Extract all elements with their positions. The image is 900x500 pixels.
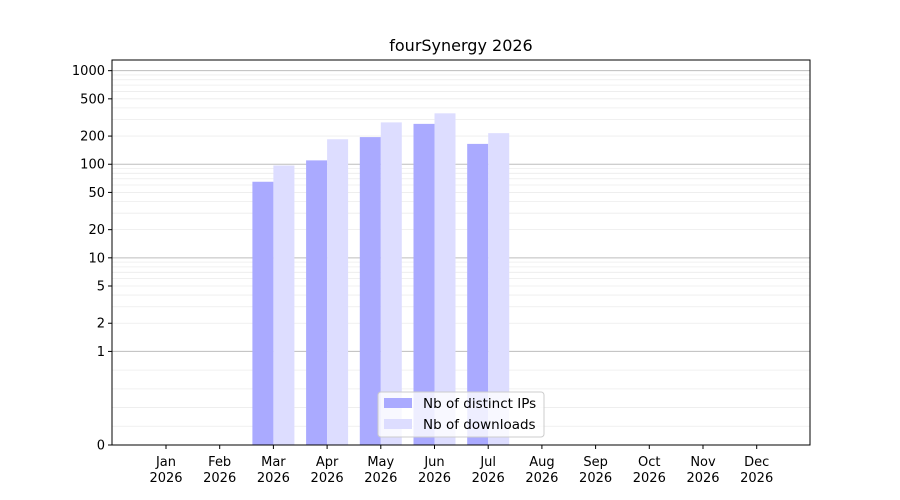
bar-downloads: [327, 139, 349, 445]
y-tick-label: 100: [80, 158, 105, 173]
legend: Nb of distinct IPs Nb of downloads: [377, 391, 545, 438]
x-tick-label-month: Apr: [316, 455, 339, 470]
x-tick-label-month: Nov: [690, 455, 716, 470]
x-tick-label-month: Mar: [261, 455, 286, 470]
plot-frame: [111, 59, 811, 446]
legend-label-downloads: Nb of downloads: [423, 417, 536, 433]
bar-distinct-ips: [252, 181, 274, 446]
x-tick-label-year: 2026: [149, 471, 182, 486]
x-tick-label-year: 2026: [364, 471, 397, 486]
y-tick-label: 500: [80, 92, 105, 107]
x-tick-label-month: Jun: [423, 455, 444, 470]
legend-label-distinct-ips: Nb of distinct IPs: [423, 396, 536, 412]
grid-lines: [112, 70, 810, 427]
x-tick-label-month: Sep: [583, 455, 608, 470]
y-axis: 0 1 2 5 10 20 50 100 200 500 1000: [72, 64, 112, 454]
x-tick-label-year: 2026: [740, 471, 773, 486]
y-tick-label: 1: [97, 345, 105, 360]
y-tick-label: 5: [97, 280, 105, 295]
x-tick-label-year: 2026: [633, 471, 666, 486]
legend-swatch-downloads: [384, 419, 412, 429]
bar-downloads: [273, 165, 295, 446]
y-tick-label: 20: [88, 223, 105, 238]
y-tick-label: 200: [80, 130, 105, 145]
legend-swatch-distinct-ips: [384, 398, 412, 408]
y-tick-label: 2: [97, 317, 105, 332]
x-tick-label-year: 2026: [472, 471, 505, 486]
x-tick-label-month: May: [367, 455, 394, 470]
y-tick-label: 1000: [72, 64, 105, 79]
y-tick-label: 0: [97, 439, 105, 454]
x-tick-label-month: Aug: [529, 455, 554, 470]
x-tick-label-month: Dec: [744, 455, 769, 470]
x-tick-label-month: Jan: [155, 455, 176, 470]
x-tick-label-month: Feb: [208, 455, 231, 470]
x-tick-label-year: 2026: [203, 471, 236, 486]
chart-title: fourSynergy 2026: [389, 36, 532, 55]
x-tick-label-year: 2026: [686, 471, 719, 486]
y-tick-label: 10: [88, 251, 105, 266]
x-tick-label-year: 2026: [525, 471, 558, 486]
x-tick-label-year: 2026: [311, 471, 344, 486]
x-tick-label-year: 2026: [418, 471, 451, 486]
x-axis: Jan2026Feb2026Mar2026Apr2026May2026Jun20…: [149, 445, 773, 486]
chart: 01251020501002005001000 Jan2026Feb2026Ma…: [72, 36, 811, 486]
x-tick-label-year: 2026: [579, 471, 612, 486]
y-tick-label: 50: [88, 186, 105, 201]
x-tick-label-month: Oct: [638, 455, 660, 470]
x-tick-label-year: 2026: [257, 471, 290, 486]
bar-distinct-ips: [306, 160, 328, 445]
x-tick-label-month: Jul: [479, 455, 496, 470]
